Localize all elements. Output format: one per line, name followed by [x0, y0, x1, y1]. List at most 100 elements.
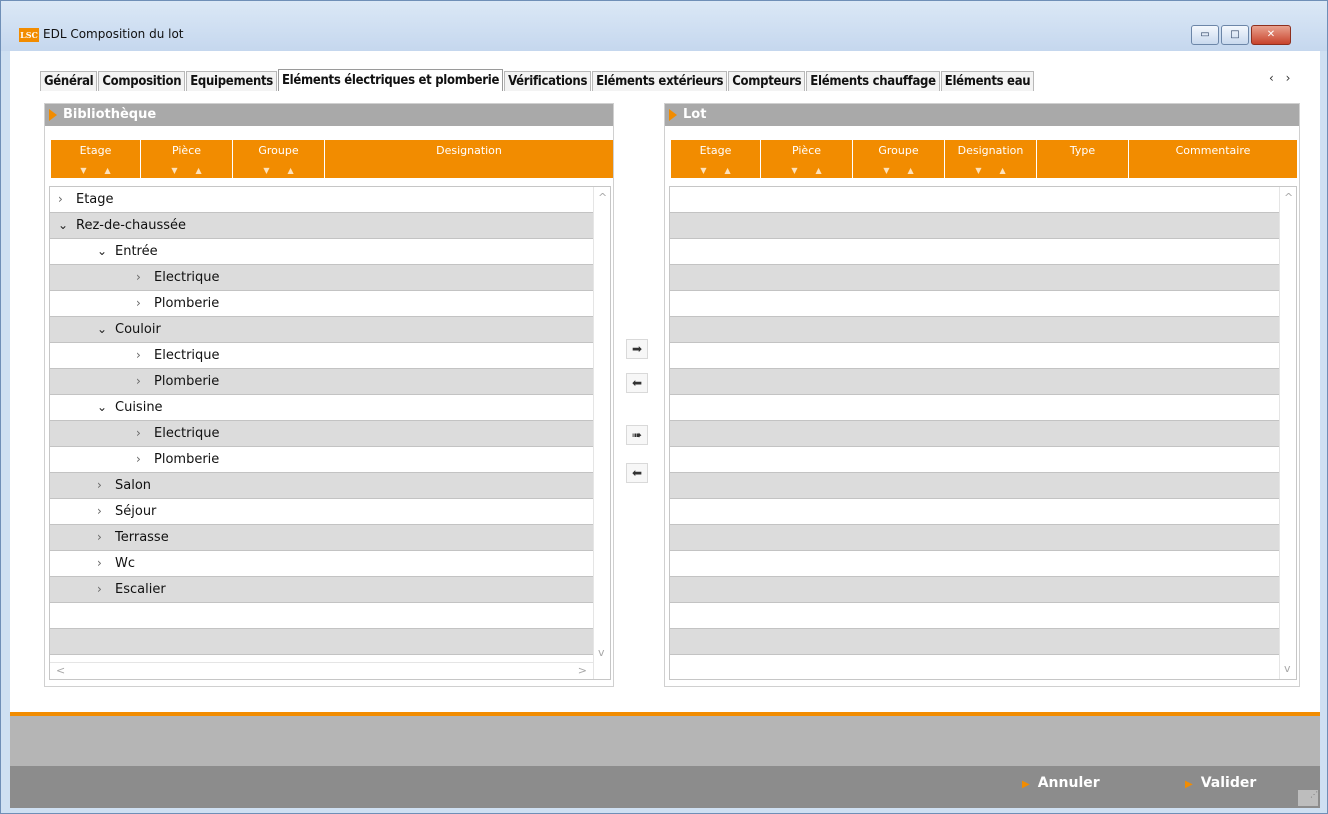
tree-row[interactable]: ⌄ Cuisine — [50, 395, 610, 421]
lot-row[interactable] — [670, 525, 1296, 551]
column-header-designation[interactable]: Designation ▼ ▲ — [945, 140, 1037, 178]
cancel-button[interactable]: Annuler — [1022, 775, 1100, 791]
chevron-down-icon[interactable]: ⌄ — [97, 239, 109, 264]
lot-row[interactable] — [670, 473, 1296, 499]
sort-descending-icon[interactable]: ▼ — [975, 166, 981, 175]
lot-row[interactable] — [670, 343, 1296, 369]
chevron-right-icon[interactable]: › — [136, 369, 148, 394]
tab-elements-eau[interactable]: Eléments eau — [940, 71, 1035, 91]
tab-equipements[interactable]: Equipements — [186, 71, 277, 91]
chevron-right-icon[interactable]: › — [136, 447, 148, 472]
column-header-commentaire[interactable]: Commentaire — [1129, 140, 1297, 178]
lot-row[interactable] — [670, 603, 1296, 629]
lot-list[interactable]: ^ v — [669, 186, 1297, 680]
tree-row[interactable]: › Escalier — [50, 577, 610, 603]
tree-row[interactable]: › Wc — [50, 551, 610, 577]
sort-ascending-icon[interactable]: ▲ — [725, 166, 731, 175]
chevron-right-icon[interactable]: › — [97, 473, 109, 498]
chevron-down-icon[interactable]: ⌄ — [97, 395, 109, 420]
tree-row[interactable]: › Salon — [50, 473, 610, 499]
tree-row[interactable]: › Terrasse — [50, 525, 610, 551]
tree-row[interactable]: › Plomberie — [50, 369, 610, 395]
tree-row[interactable] — [50, 629, 610, 655]
lot-vertical-scrollbar[interactable]: ^ v — [1279, 187, 1296, 679]
scroll-right-icon[interactable]: > — [578, 664, 587, 677]
lot-row[interactable] — [670, 369, 1296, 395]
move-right-button[interactable]: ➡ — [626, 339, 648, 359]
tree-row[interactable]: ⌄ Entrée — [50, 239, 610, 265]
tab-general[interactable]: Général — [40, 71, 98, 91]
tree-row[interactable]: ⌄ Rez-de-chaussée — [50, 213, 610, 239]
tree-row[interactable] — [50, 603, 610, 629]
lot-row[interactable] — [670, 447, 1296, 473]
chevron-right-icon[interactable]: › — [97, 525, 109, 550]
sort-descending-icon[interactable]: ▼ — [171, 166, 177, 175]
chevron-down-icon[interactable]: ⌄ — [58, 213, 70, 238]
scroll-down-icon[interactable]: v — [598, 646, 605, 659]
lot-row[interactable] — [670, 317, 1296, 343]
column-header-type[interactable]: Type — [1037, 140, 1129, 178]
minimize-button[interactable]: ▭ — [1191, 25, 1219, 45]
library-vertical-scrollbar[interactable]: ^ v — [593, 187, 610, 679]
sort-ascending-icon[interactable]: ▲ — [908, 166, 914, 175]
lot-row[interactable] — [670, 577, 1296, 603]
move-all-right-button[interactable]: ➠ — [626, 425, 648, 445]
tab-scroll-arrows[interactable]: ‹ › — [1269, 71, 1294, 85]
move-all-left-button[interactable]: ⬅ — [626, 463, 648, 483]
sort-descending-icon[interactable]: ▼ — [263, 166, 269, 175]
chevron-right-icon[interactable]: › — [97, 551, 109, 576]
chevron-right-icon[interactable]: › — [97, 499, 109, 524]
scroll-left-icon[interactable]: < — [56, 664, 65, 677]
lot-row[interactable] — [670, 265, 1296, 291]
library-tree[interactable]: › Etage ⌄ Rez-de-chaussée ⌄ Entrée › Electrique… — [49, 186, 611, 680]
validate-button[interactable]: Valider — [1185, 775, 1257, 791]
chevron-right-icon[interactable]: › — [136, 291, 148, 316]
sort-ascending-icon[interactable]: ▲ — [105, 166, 111, 175]
column-header-etage[interactable]: Etage ▼ ▲ — [51, 140, 141, 178]
tree-row[interactable]: › Plomberie — [50, 291, 610, 317]
tree-row[interactable]: ⌄ Couloir — [50, 317, 610, 343]
column-header-designation[interactable]: Designation — [325, 140, 613, 178]
tab-elements-electriques-et-plomberie[interactable]: Eléments électriques et plomberie — [277, 69, 504, 91]
lot-row[interactable] — [670, 213, 1296, 239]
column-header-piece[interactable]: Pièce ▼ ▲ — [141, 140, 233, 178]
column-header-piece[interactable]: Pièce ▼ ▲ — [761, 140, 853, 178]
tree-row[interactable]: › Plomberie — [50, 447, 610, 473]
tab-composition[interactable]: Composition — [98, 71, 186, 91]
lot-row[interactable] — [670, 499, 1296, 525]
column-header-groupe[interactable]: Groupe ▼ ▲ — [233, 140, 325, 178]
chevron-down-icon[interactable]: ⌄ — [97, 317, 109, 342]
tab-elements-chauffage[interactable]: Eléments chauffage — [806, 71, 940, 91]
tree-row[interactable]: › Etage — [50, 187, 610, 213]
lot-row[interactable] — [670, 421, 1296, 447]
library-horizontal-scrollbar[interactable]: < > — [50, 662, 593, 679]
chevron-right-icon[interactable]: › — [58, 187, 70, 212]
chevron-right-icon[interactable]: › — [136, 265, 148, 290]
column-header-etage[interactable]: Etage ▼ ▲ — [671, 140, 761, 178]
tab-compteurs[interactable]: Compteurs — [728, 71, 806, 91]
scroll-up-icon[interactable]: ^ — [598, 191, 607, 204]
scroll-up-icon[interactable]: ^ — [1284, 191, 1293, 204]
sort-ascending-icon[interactable]: ▲ — [196, 166, 202, 175]
scroll-down-icon[interactable]: v — [1284, 662, 1291, 675]
sort-descending-icon[interactable]: ▼ — [883, 166, 889, 175]
lot-row[interactable] — [670, 395, 1296, 421]
sort-ascending-icon[interactable]: ▲ — [288, 166, 294, 175]
sort-ascending-icon[interactable]: ▲ — [816, 166, 822, 175]
lot-row[interactable] — [670, 239, 1296, 265]
resize-grip-icon[interactable]: ⋰ — [1298, 790, 1318, 806]
close-button[interactable]: ✕ — [1251, 25, 1291, 45]
lot-row[interactable] — [670, 655, 1296, 679]
tab-elements-exterieurs[interactable]: Eléments extérieurs — [592, 71, 728, 91]
lot-row[interactable] — [670, 551, 1296, 577]
sort-descending-icon[interactable]: ▼ — [700, 166, 706, 175]
sort-ascending-icon[interactable]: ▲ — [1000, 166, 1006, 175]
tree-row[interactable]: › Séjour — [50, 499, 610, 525]
maximize-button[interactable]: □ — [1221, 25, 1249, 45]
sort-descending-icon[interactable]: ▼ — [791, 166, 797, 175]
title-bar[interactable]: LSC EDL Composition du lot ▭ □ ✕ — [1, 1, 1327, 51]
lot-row[interactable] — [670, 629, 1296, 655]
sort-descending-icon[interactable]: ▼ — [80, 166, 86, 175]
chevron-right-icon[interactable]: › — [136, 421, 148, 446]
tab-verifications[interactable]: Vérifications — [504, 71, 592, 91]
